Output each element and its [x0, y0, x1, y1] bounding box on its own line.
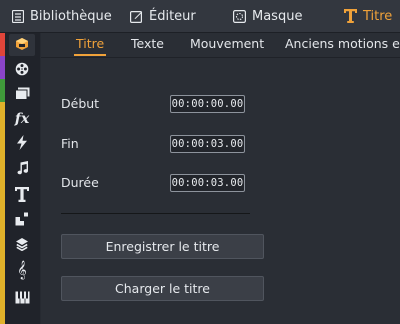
piano-icon	[15, 289, 30, 308]
start-timecode-field[interactable]: 00:00:00.00	[170, 95, 245, 113]
duration-timecode-field[interactable]: 00:00:03.00	[170, 174, 245, 192]
title-icon	[344, 9, 357, 23]
edit-icon	[130, 10, 143, 23]
sidebar-item-effects[interactable]: fx	[9, 108, 35, 130]
duration-label: Durée	[61, 175, 99, 190]
tab-title[interactable]: Titre	[344, 0, 392, 32]
tab-editor[interactable]: Éditeur	[130, 0, 196, 32]
tab-title-label: Titre	[363, 8, 393, 24]
save-title-button[interactable]: Enregistrer le titre	[61, 234, 264, 259]
sidebar-item-titles[interactable]	[9, 185, 35, 207]
subtab-titre[interactable]: Titre	[74, 36, 107, 56]
top-tab-bar: Bibliothèque Éditeur Masque Titre	[0, 0, 400, 33]
sidebar-item-scorefitter[interactable]: 𝄞	[9, 259, 35, 281]
tab-editor-label: Éditeur	[149, 8, 196, 24]
sidebar-item-projects[interactable]	[9, 83, 35, 105]
start-label: Début	[61, 96, 100, 111]
tab-library[interactable]: Bibliothèque	[12, 0, 112, 32]
library-icon	[12, 9, 24, 23]
divider	[61, 213, 250, 214]
sub-tab-bar: Titre Texte Mouvement Anciens motions et…	[41, 33, 400, 58]
text-icon	[15, 186, 29, 206]
end-timecode-field[interactable]: 00:00:03.00	[170, 135, 245, 153]
subtab-anciens-motions[interactable]: Anciens motions et ca	[285, 36, 400, 51]
subtab-texte-label: Texte	[131, 36, 164, 51]
tab-mask[interactable]: Masque	[233, 0, 302, 32]
sidebar-item-media[interactable]	[9, 59, 35, 81]
film-reel-icon	[15, 61, 29, 80]
transition-icon	[15, 211, 29, 230]
music-note-icon	[16, 160, 29, 179]
toolbox-icon	[15, 36, 29, 55]
mask-icon	[233, 9, 246, 23]
subtab-mouvement-label: Mouvement	[190, 36, 265, 51]
sidebar-item-toolbox[interactable]	[9, 34, 35, 56]
fx-icon: fx	[14, 111, 30, 127]
subtab-mouvement[interactable]: Mouvement	[190, 36, 264, 51]
sidebar-item-piano[interactable]	[9, 287, 35, 309]
tab-library-label: Bibliothèque	[30, 8, 112, 24]
sidebar-item-layers[interactable]	[9, 234, 35, 256]
subtab-titre-label: Titre	[76, 36, 105, 51]
category-color-rail	[0, 33, 5, 324]
tab-mask-label: Masque	[252, 8, 303, 24]
layers-icon	[15, 236, 29, 255]
subtab-anciens-motions-label: Anciens motions et ca	[285, 36, 400, 51]
treble-clef-icon: 𝄞	[17, 260, 27, 279]
title-settings-panel: Titre Texte Mouvement Anciens motions et…	[41, 33, 400, 324]
subtab-texte[interactable]: Texte	[131, 36, 164, 51]
active-tab-underline	[74, 54, 107, 56]
folders-icon	[14, 85, 30, 104]
lightning-icon	[16, 134, 28, 154]
sidebar-item-audio[interactable]	[9, 158, 35, 180]
load-title-button[interactable]: Charger le titre	[61, 276, 264, 301]
sidebar-item-montage[interactable]	[9, 209, 35, 231]
end-label: Fin	[61, 136, 79, 151]
sidebar-item-transitions[interactable]	[9, 133, 35, 155]
